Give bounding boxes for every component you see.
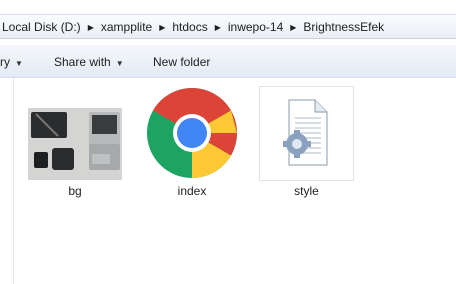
crumb-brightnessefek[interactable]: BrightnessEfek bbox=[301, 20, 386, 34]
chrome-icon bbox=[147, 88, 237, 178]
file-name: index bbox=[177, 184, 207, 198]
file-item-style[interactable]: style bbox=[259, 86, 354, 200]
organize-button[interactable]: ry ▼ bbox=[0, 55, 23, 69]
chevron-down-icon: ▼ bbox=[115, 59, 124, 68]
crumb-local-disk[interactable]: Local Disk (D:) bbox=[0, 20, 83, 34]
new-folder-button[interactable]: New folder bbox=[153, 55, 210, 69]
chevron-right-icon[interactable]: ▶ bbox=[285, 23, 301, 32]
file-item-bg[interactable]: bg bbox=[28, 108, 122, 200]
address-bar[interactable]: Local Disk (D:) ▶ xampplite ▶ htdocs ▶ i… bbox=[0, 14, 456, 39]
file-item-index[interactable]: index bbox=[144, 86, 240, 200]
share-with-button[interactable]: Share with ▼ bbox=[54, 55, 124, 69]
chevron-right-icon[interactable]: ▶ bbox=[154, 23, 170, 32]
chevron-right-icon[interactable]: ▶ bbox=[210, 23, 226, 32]
file-name: style bbox=[294, 184, 319, 198]
breadcrumb: Local Disk (D:) ▶ xampplite ▶ htdocs ▶ i… bbox=[0, 20, 386, 34]
share-with-label: Share with bbox=[54, 55, 111, 69]
navigation-pane[interactable] bbox=[0, 78, 14, 284]
crumb-inwepo-14[interactable]: inwepo-14 bbox=[226, 20, 285, 34]
laptop-photo-thumbnail bbox=[28, 108, 122, 180]
organize-label: ry bbox=[0, 55, 10, 69]
crumb-xampplite[interactable]: xampplite bbox=[99, 20, 154, 34]
chevron-right-icon[interactable]: ▶ bbox=[83, 23, 99, 32]
chevron-down-icon: ▼ bbox=[15, 59, 23, 68]
file-name: bg bbox=[68, 184, 82, 198]
css-file-icon bbox=[283, 99, 328, 166]
crumb-htdocs[interactable]: htdocs bbox=[170, 20, 209, 34]
command-bar: ry ▼ Share with ▼ New folder bbox=[0, 45, 456, 78]
